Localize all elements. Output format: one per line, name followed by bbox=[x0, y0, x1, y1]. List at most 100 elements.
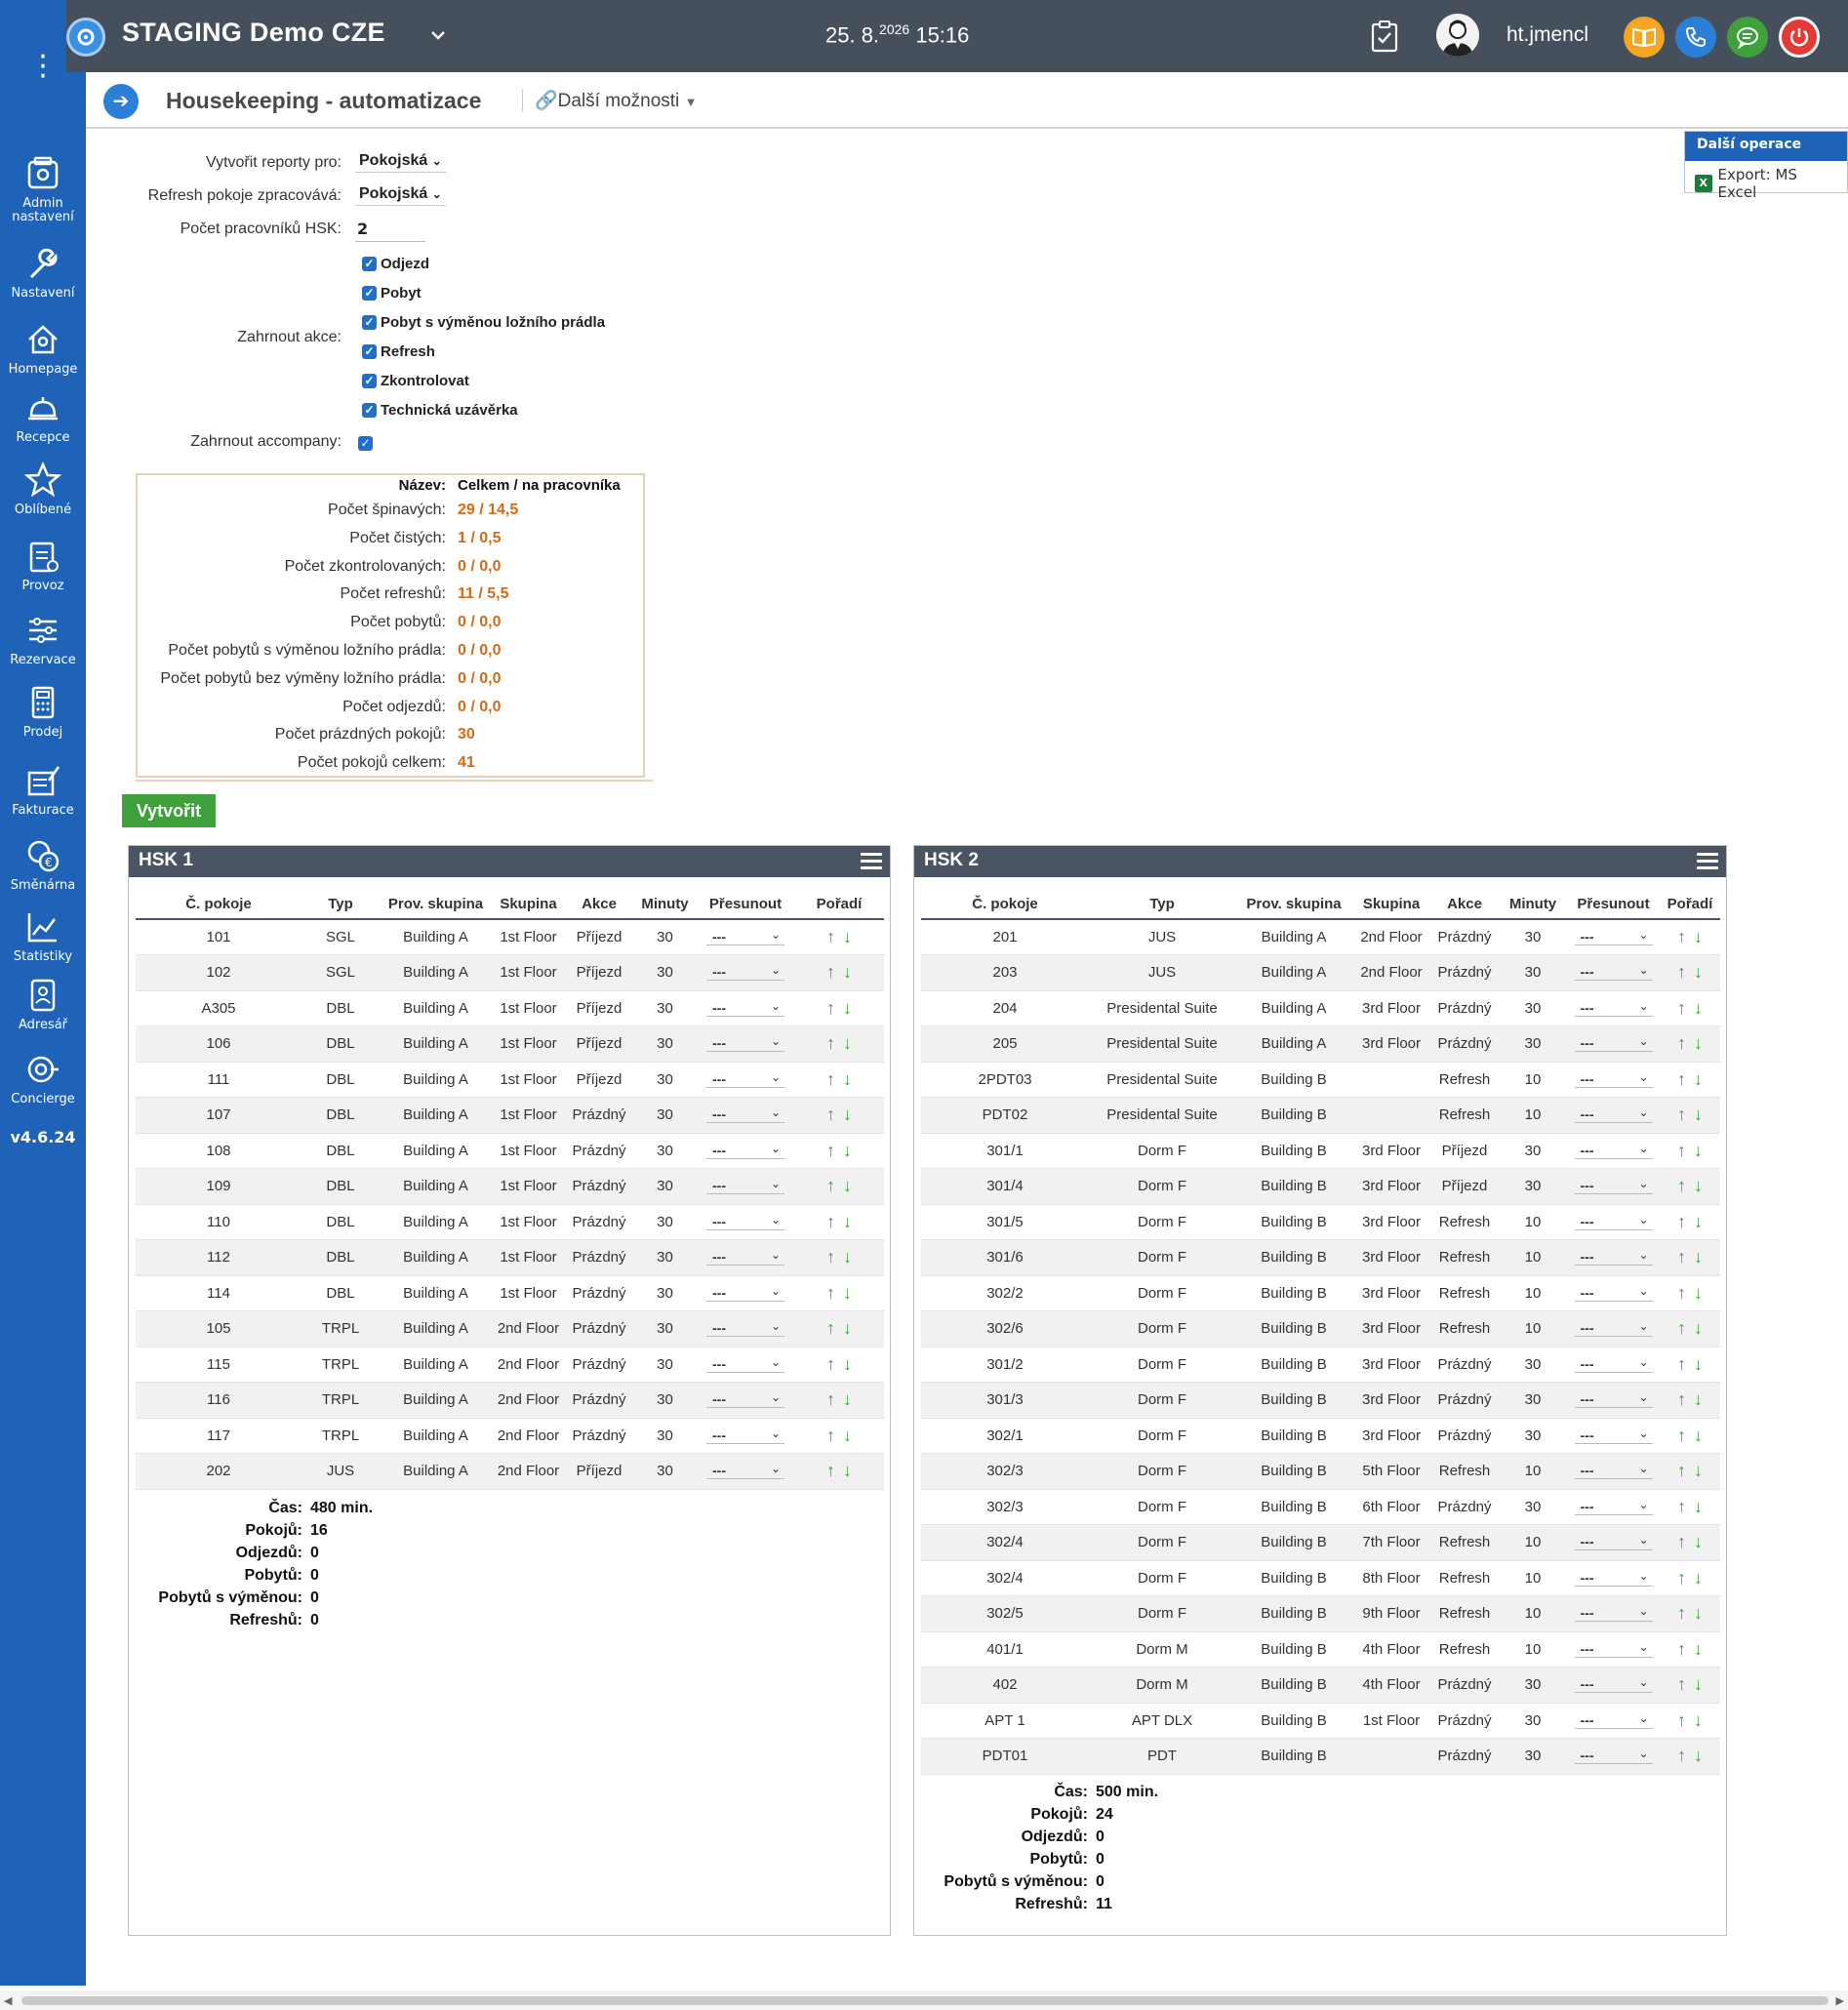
move-select[interactable]: --- ⌄ bbox=[706, 1355, 784, 1373]
arrow-up-icon[interactable]: ↑ bbox=[826, 927, 835, 946]
arrow-up-icon[interactable]: ↑ bbox=[1677, 1497, 1686, 1516]
arrow-up-icon[interactable]: ↑ bbox=[1677, 1033, 1686, 1053]
arrow-down-icon[interactable]: ↓ bbox=[843, 1033, 852, 1053]
arrow-down-icon[interactable]: ↓ bbox=[1694, 1141, 1703, 1160]
arrow-up-icon[interactable]: ↑ bbox=[826, 998, 835, 1018]
arrow-up-icon[interactable]: ↑ bbox=[1677, 1318, 1686, 1338]
workers-count-input[interactable]: 2 bbox=[355, 220, 425, 242]
move-select[interactable]: --- ⌄ bbox=[706, 1427, 784, 1444]
scrollbar-thumb[interactable] bbox=[21, 1996, 1828, 2005]
move-select[interactable]: --- ⌄ bbox=[706, 928, 784, 945]
arrow-down-icon[interactable]: ↓ bbox=[1694, 1426, 1703, 1445]
move-select[interactable]: --- ⌄ bbox=[706, 1177, 784, 1195]
arrow-up-icon[interactable]: ↑ bbox=[826, 1461, 835, 1480]
chevron-down-icon[interactable] bbox=[429, 23, 447, 47]
book-button[interactable] bbox=[1624, 17, 1665, 58]
column-header[interactable]: Pořadí bbox=[794, 890, 884, 920]
arrow-up-icon[interactable]: ↑ bbox=[1677, 962, 1686, 982]
arrow-down-icon[interactable]: ↓ bbox=[843, 1283, 852, 1303]
arrow-down-icon[interactable]: ↓ bbox=[843, 1461, 852, 1480]
arrow-up-icon[interactable]: ↑ bbox=[826, 1033, 835, 1053]
arrow-down-icon[interactable]: ↓ bbox=[1694, 1532, 1703, 1551]
move-select[interactable]: --- ⌄ bbox=[1574, 963, 1653, 982]
scroll-left-icon[interactable]: ◀ bbox=[4, 1994, 12, 2007]
arrow-down-icon[interactable]: ↓ bbox=[1694, 1603, 1703, 1623]
arrow-up-icon[interactable]: ↑ bbox=[1677, 1176, 1686, 1195]
move-select[interactable]: --- ⌄ bbox=[706, 1034, 784, 1053]
arrow-down-icon[interactable]: ↓ bbox=[843, 927, 852, 946]
move-select[interactable]: --- ⌄ bbox=[1574, 1177, 1653, 1195]
arrow-down-icon[interactable]: ↓ bbox=[843, 1176, 852, 1195]
arrow-up-icon[interactable]: ↑ bbox=[1677, 1746, 1686, 1765]
arrow-up-icon[interactable]: ↑ bbox=[826, 1212, 835, 1231]
create-button[interactable]: Vytvořit bbox=[122, 794, 216, 827]
arrow-up-icon[interactable]: ↑ bbox=[1677, 1639, 1686, 1659]
sidebar-item-rezervace[interactable]: Rezervace bbox=[0, 611, 86, 667]
arrow-down-icon[interactable]: ↓ bbox=[1694, 1568, 1703, 1588]
move-select[interactable]: --- ⌄ bbox=[1574, 1142, 1653, 1159]
checkbox[interactable]: ✓ bbox=[362, 286, 377, 301]
move-select[interactable]: --- ⌄ bbox=[706, 1070, 784, 1088]
move-select[interactable]: --- ⌄ bbox=[1574, 1248, 1653, 1266]
sidebar-item-adres-[interactable]: Adresář bbox=[0, 976, 86, 1032]
move-select[interactable]: --- ⌄ bbox=[1574, 1390, 1653, 1409]
arrow-up-icon[interactable]: ↑ bbox=[1677, 998, 1686, 1018]
arrow-up-icon[interactable]: ↑ bbox=[1677, 1069, 1686, 1089]
column-header[interactable]: Minuty bbox=[633, 890, 697, 920]
move-select[interactable]: --- ⌄ bbox=[1574, 1319, 1653, 1338]
arrow-down-icon[interactable]: ↓ bbox=[1694, 1746, 1703, 1765]
arrow-down-icon[interactable]: ↓ bbox=[1694, 1497, 1703, 1516]
checkbox[interactable]: ✓ bbox=[362, 403, 377, 418]
column-header[interactable]: Minuty bbox=[1499, 890, 1567, 920]
arrow-down-icon[interactable]: ↓ bbox=[1694, 1247, 1703, 1266]
arrow-up-icon[interactable]: ↑ bbox=[1677, 1532, 1686, 1551]
column-header[interactable]: Přesunout bbox=[1567, 890, 1660, 920]
move-select[interactable]: --- ⌄ bbox=[1574, 1747, 1653, 1765]
arrow-up-icon[interactable]: ↑ bbox=[826, 1283, 835, 1303]
refresh-by-select[interactable]: Pokojská ⌄ bbox=[355, 185, 446, 206]
arrow-up-icon[interactable]: ↑ bbox=[826, 1247, 835, 1266]
move-select[interactable]: --- ⌄ bbox=[1574, 999, 1653, 1017]
arrow-up-icon[interactable]: ↑ bbox=[826, 1141, 835, 1160]
arrow-up-icon[interactable]: ↑ bbox=[1677, 1247, 1686, 1266]
arrow-up-icon[interactable]: ↑ bbox=[1677, 1283, 1686, 1303]
arrow-down-icon[interactable]: ↓ bbox=[1694, 1639, 1703, 1659]
hamburger-menu-icon[interactable] bbox=[861, 853, 882, 870]
arrow-down-icon[interactable]: ↓ bbox=[1694, 1105, 1703, 1124]
move-select[interactable]: --- ⌄ bbox=[706, 1213, 784, 1230]
move-select[interactable]: --- ⌄ bbox=[1574, 1533, 1653, 1551]
column-header[interactable]: Pořadí bbox=[1660, 890, 1720, 920]
column-header[interactable]: Prov. skupina bbox=[380, 890, 492, 920]
action-checkbox-row[interactable]: ✓ Technická uzávěrka bbox=[362, 402, 518, 419]
arrow-down-icon[interactable]: ↓ bbox=[843, 1389, 852, 1409]
move-select[interactable]: --- ⌄ bbox=[1574, 1106, 1653, 1124]
arrow-down-icon[interactable]: ↓ bbox=[1694, 962, 1703, 982]
column-header[interactable]: Typ bbox=[1089, 890, 1235, 920]
horizontal-scrollbar[interactable]: ◀ ▶ bbox=[0, 1990, 1848, 2010]
arrow-up-icon[interactable]: ↑ bbox=[1677, 1354, 1686, 1374]
checkbox[interactable]: ✓ bbox=[362, 374, 377, 388]
move-select[interactable]: --- ⌄ bbox=[706, 1284, 784, 1302]
arrow-up-icon[interactable]: ↑ bbox=[1677, 1389, 1686, 1409]
arrow-down-icon[interactable]: ↓ bbox=[843, 1212, 852, 1231]
clipboard-check-icon[interactable] bbox=[1370, 20, 1399, 53]
move-select[interactable]: --- ⌄ bbox=[706, 1319, 784, 1338]
arrow-down-icon[interactable]: ↓ bbox=[1694, 1354, 1703, 1374]
sidebar-item-statistiky[interactable]: Statistiky bbox=[0, 907, 86, 964]
arrow-up-icon[interactable]: ↑ bbox=[1677, 1105, 1686, 1124]
arrow-right-icon[interactable]: ➔ bbox=[103, 84, 139, 119]
move-select[interactable]: --- ⌄ bbox=[1574, 1498, 1653, 1515]
move-select[interactable]: --- ⌄ bbox=[1574, 1675, 1653, 1694]
arrow-down-icon[interactable]: ↓ bbox=[1694, 1033, 1703, 1053]
arrow-up-icon[interactable]: ↑ bbox=[1677, 1426, 1686, 1445]
column-header[interactable]: Skupina bbox=[492, 890, 565, 920]
hamburger-menu-icon[interactable] bbox=[1697, 853, 1718, 870]
action-checkbox-row[interactable]: ✓ Odjezd bbox=[362, 256, 429, 272]
arrow-down-icon[interactable]: ↓ bbox=[1694, 1212, 1703, 1231]
move-select[interactable]: --- ⌄ bbox=[706, 1390, 784, 1409]
username[interactable]: ht.jmencl bbox=[1507, 23, 1588, 47]
arrow-down-icon[interactable]: ↓ bbox=[843, 1426, 852, 1445]
move-select[interactable]: --- ⌄ bbox=[1574, 1070, 1653, 1088]
action-checkbox-row[interactable]: ✓ Zkontrolovat bbox=[362, 373, 469, 389]
action-checkbox-row[interactable]: ✓ Pobyt bbox=[362, 285, 422, 302]
